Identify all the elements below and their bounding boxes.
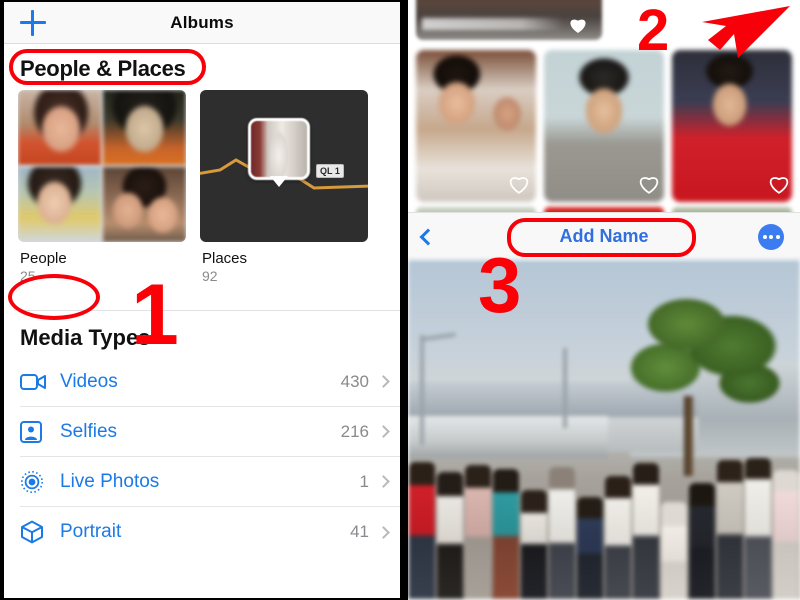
face-thumb [18,167,101,242]
photo-thumbnail[interactable] [416,50,536,202]
person [409,461,435,599]
person [549,466,575,599]
pin-photo [248,118,310,180]
album-name: People [20,250,67,267]
red-arrow-icon [702,6,790,58]
person [577,496,603,599]
plus-icon[interactable] [20,9,46,36]
album-row: People 25 QL 1 Places 92 [4,90,400,284]
group-photo[interactable] [408,260,800,599]
media-type-row-videos[interactable]: Videos 430 [20,357,400,407]
photo-thumbnail[interactable] [544,50,664,202]
person [633,463,659,599]
video-camera-icon [20,373,60,391]
person-detail-screen: Add Name [408,0,800,600]
media-type-row-selfies[interactable]: Selfies 216 [20,407,400,457]
live-photo-icon [20,470,60,494]
map-road-label: QL 1 [316,164,344,178]
photo-thumbnail[interactable] [672,50,792,202]
media-type-count: 216 [340,421,369,441]
navigation-bar: Albums [4,2,400,44]
album-name: Places [202,250,248,267]
places-album-thumbnail[interactable]: QL 1 [200,90,368,242]
portrait-cube-icon [20,520,60,544]
chevron-right-icon [377,475,390,488]
person [745,458,771,599]
album-count: 92 [202,268,218,284]
person [773,470,799,599]
highlight-box-add-name [507,218,696,257]
photo-caption-overlay [422,18,564,30]
media-type-label: Videos [60,370,118,392]
people-album-thumbnail[interactable] [18,90,186,242]
media-type-count: 1 [359,471,369,491]
media-type-label: Live Photos [60,470,160,492]
dot [762,234,767,239]
more-options-icon[interactable] [758,223,784,250]
crowd-of-people [408,423,800,599]
album-places[interactable]: QL 1 Places 92 [200,90,368,284]
face-thumb [18,90,101,165]
face-thumb [103,167,186,242]
page-title: Albums [170,12,234,32]
person [465,465,491,599]
person [717,459,743,599]
media-type-label: Portrait [60,521,122,542]
person [521,489,547,599]
person [437,472,463,599]
highlight-box-people-and-places [9,49,206,85]
person-photo-thumbnails [408,44,800,202]
media-type-row-live-photos[interactable]: Live Photos 1 [20,457,400,507]
face-thumb [103,90,186,165]
street-lamp [563,348,567,429]
chevron-right-icon [377,525,390,539]
dot [775,234,780,239]
media-type-label: Selfies [60,420,118,442]
pin-tip-icon [270,176,288,187]
faces-grid [18,90,186,242]
screenshot-root: Albums People & Places People 25 QL 1 Pl… [0,0,800,600]
media-type-count: 41 [350,522,369,541]
dot [769,234,773,239]
chevron-right-icon [377,425,390,438]
person [661,502,687,599]
highlight-ellipse-people-album [8,274,100,320]
person [605,475,631,599]
person [493,468,519,599]
map-photo-pin[interactable] [248,118,310,187]
map-background: QL 1 [200,90,368,242]
chevron-right-icon [377,375,390,388]
next-row-peek [408,202,800,212]
media-type-count: 430 [340,371,369,391]
album-people[interactable]: People 25 [18,90,186,284]
selfie-person-icon [20,420,60,443]
tree [613,287,788,443]
person [689,482,715,599]
media-type-row-portrait[interactable]: Portrait 41 [20,507,400,557]
